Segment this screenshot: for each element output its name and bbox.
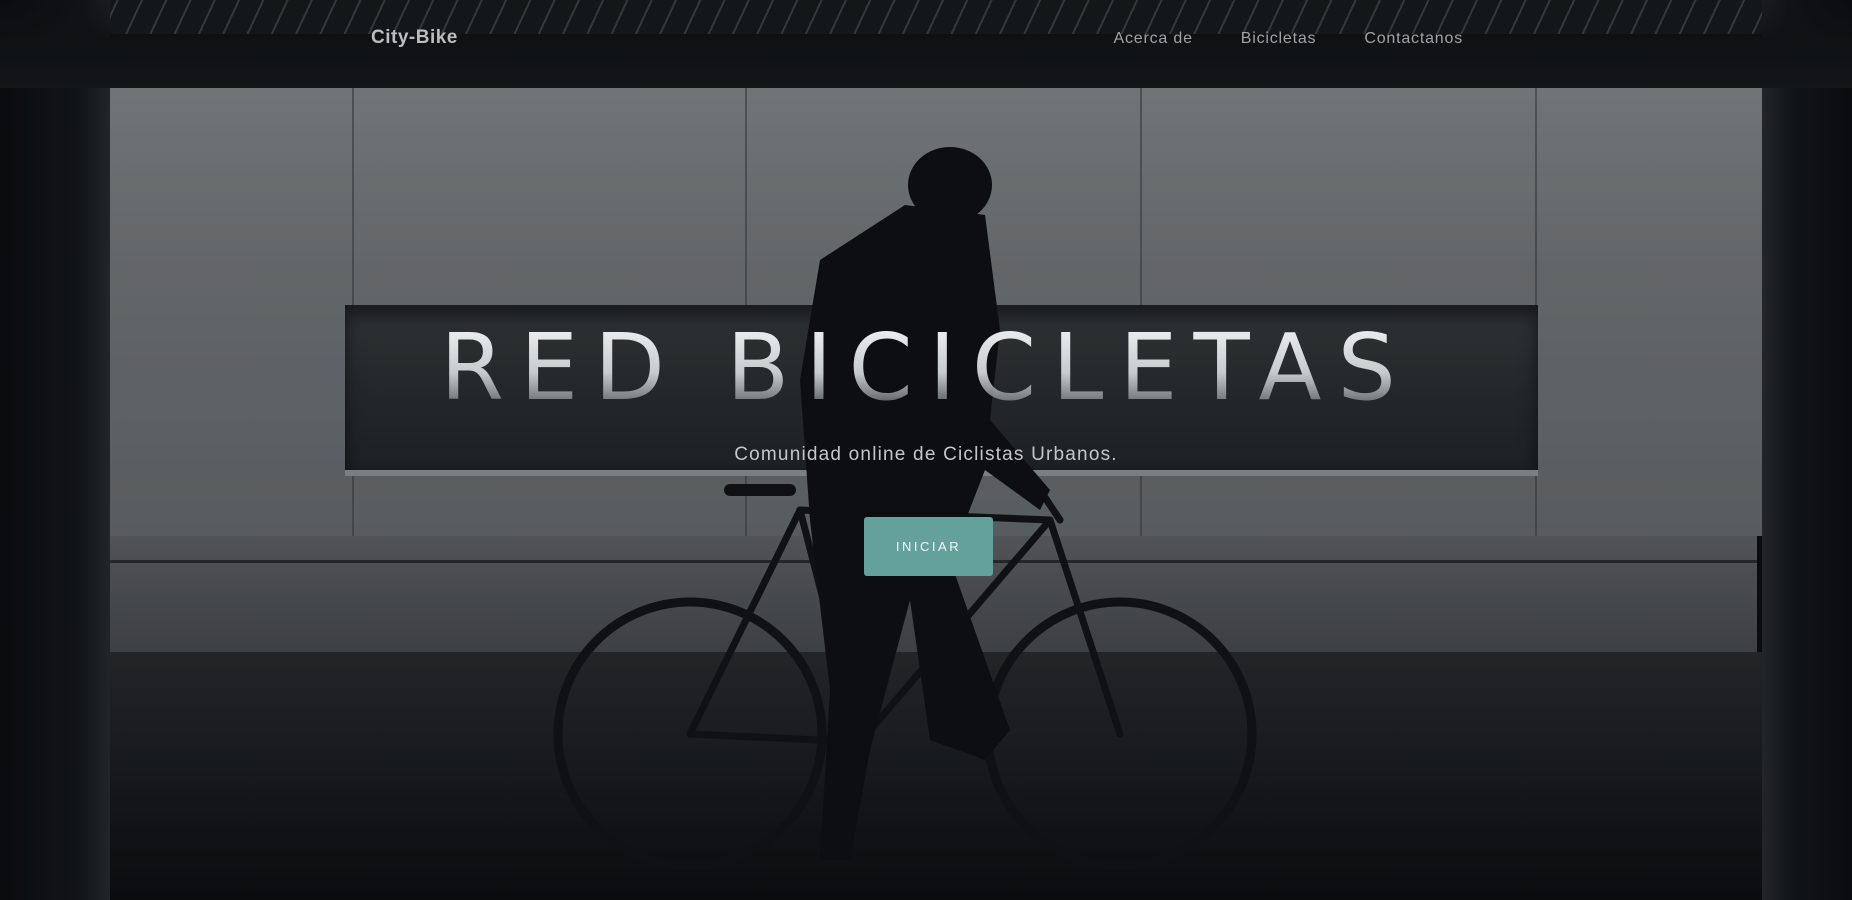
brand-logo[interactable]: City-Bike: [371, 27, 458, 49]
nav-link-bicicletas[interactable]: Bicicletas: [1241, 30, 1317, 48]
hero-subtitle: Comunidad online de Ciclistas Urbanos.: [734, 444, 1118, 465]
iniciar-button[interactable]: INICIAR: [864, 517, 993, 576]
top-navbar: City-Bike Acerca de Bicicletas Contactan…: [0, 0, 1852, 78]
hero-title: RED BICICLETAS: [0, 322, 1852, 414]
nav-link-acerca-de[interactable]: Acerca de: [1114, 30, 1193, 48]
nav-link-contactanos[interactable]: Contactanos: [1364, 30, 1463, 48]
nav-links: Acerca de Bicicletas Contactanos: [1114, 30, 1463, 48]
